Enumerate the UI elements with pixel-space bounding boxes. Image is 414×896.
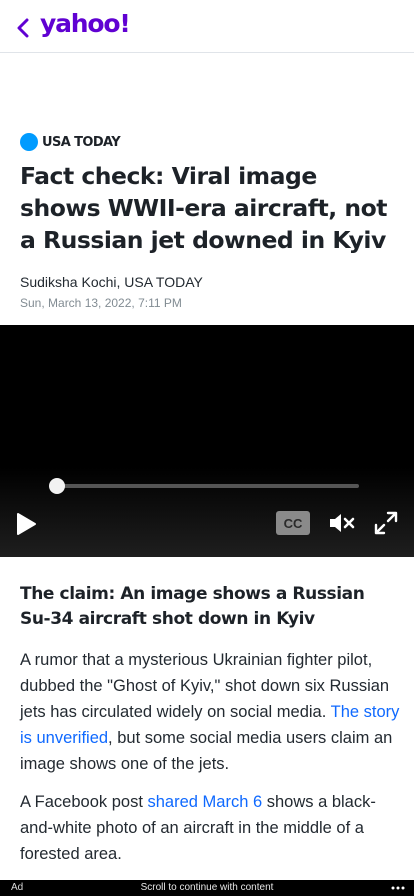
article-paragraph: A rumor that a mysterious Ukrainian figh… (20, 647, 400, 777)
yahoo-logo[interactable]: yahoo! (40, 9, 131, 38)
article-paragraph: A Facebook post shared March 6 shows a b… (20, 789, 400, 867)
usa-today-dot-icon (20, 133, 38, 151)
chevron-left-icon (17, 18, 29, 38)
author-byline: Sudiksha Kochi, USA TODAY (20, 274, 203, 290)
video-player[interactable]: CC (0, 325, 414, 557)
top-nav-bar: yahoo! (0, 0, 414, 53)
volume-muted-icon (330, 514, 355, 532)
back-button[interactable] (12, 16, 34, 40)
source-name: USA TODAY (42, 134, 121, 150)
article-headline: Fact check: Viral image shows WWII-era a… (20, 162, 387, 254)
cc-label: CC (283, 515, 303, 531)
mute-button[interactable] (328, 509, 356, 537)
paragraph-text: A Facebook post (20, 793, 148, 811)
claim-heading: The claim: An image shows a Russian Su-3… (20, 584, 365, 629)
shared-march-6-link[interactable]: shared March 6 (148, 793, 263, 811)
fullscreen-button[interactable] (372, 509, 400, 537)
play-icon (17, 513, 36, 535)
sticky-ad-bar[interactable]: Ad Scroll to continue with content (0, 880, 414, 896)
closed-captions-button[interactable]: CC (276, 511, 310, 535)
more-options-icon[interactable] (390, 880, 406, 896)
video-progress-thumb[interactable] (49, 478, 65, 494)
scroll-message: Scroll to continue with content (140, 882, 274, 893)
play-button[interactable] (12, 510, 40, 538)
article-source[interactable]: USA TODAY (20, 132, 121, 152)
video-progress-bar[interactable] (57, 484, 359, 488)
publish-date: Sun, March 13, 2022, 7:11 PM (20, 296, 182, 310)
expand-icon (374, 511, 398, 535)
